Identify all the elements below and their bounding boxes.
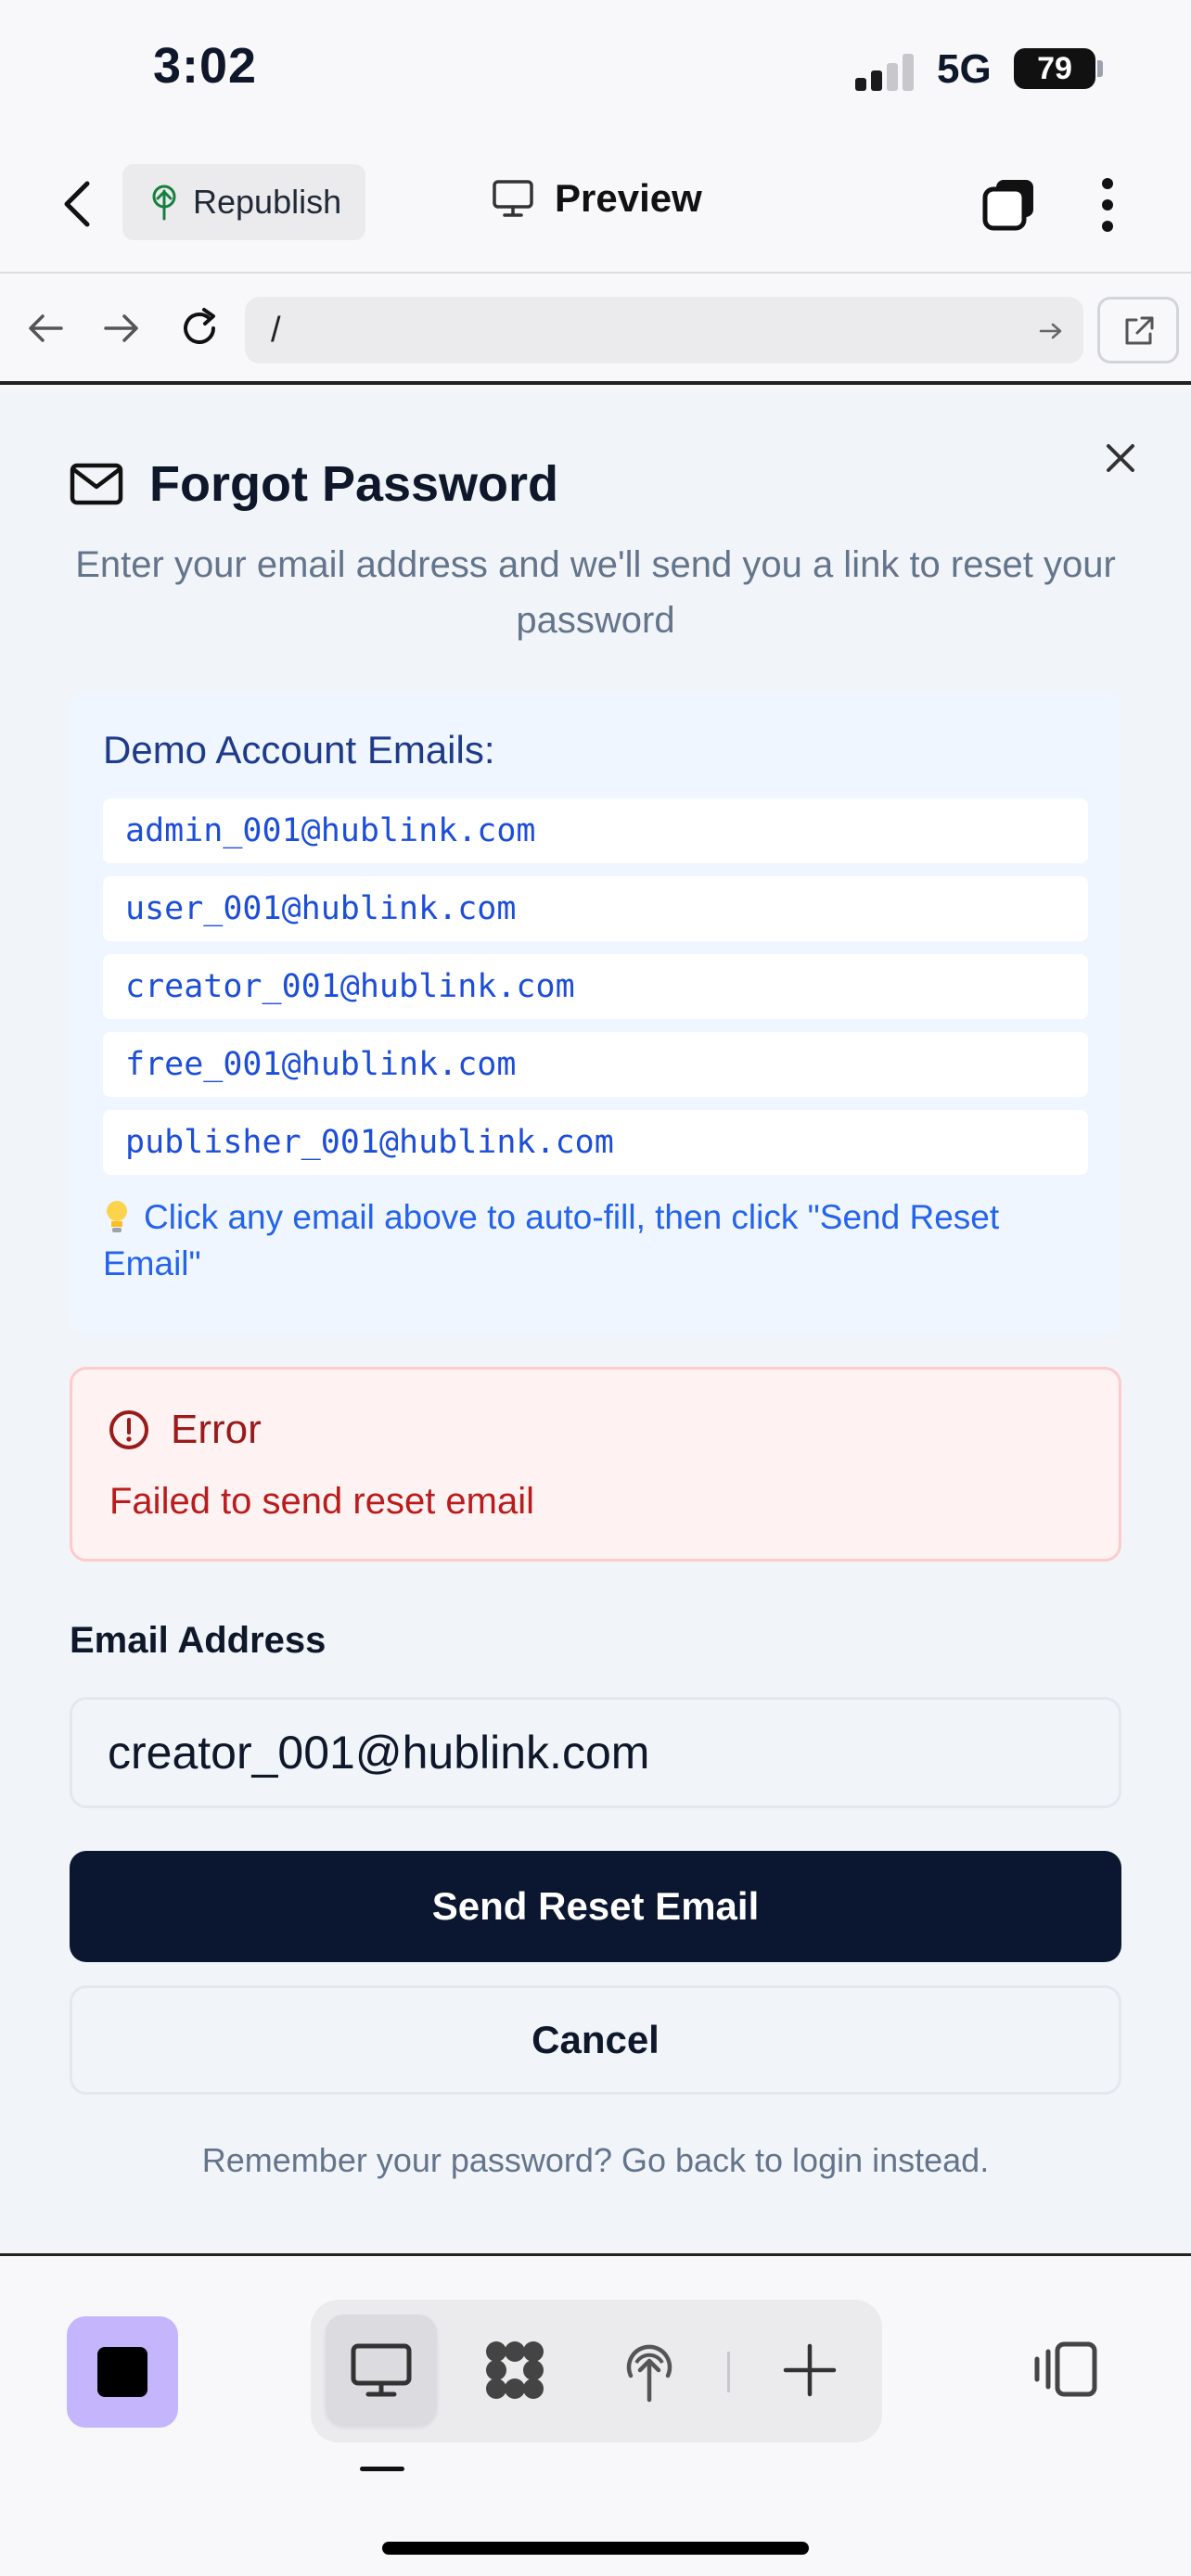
- tool-group: [311, 2300, 882, 2442]
- monitor-icon: [351, 2343, 412, 2397]
- stop-icon: [97, 2347, 147, 2397]
- dialog-title: Forgot Password: [70, 455, 558, 513]
- lightbulb-icon: [107, 1201, 127, 1232]
- demo-email-item[interactable]: publisher_001@hublink.com: [103, 1110, 1088, 1175]
- url-field[interactable]: /: [245, 297, 1083, 363]
- demo-hint-text: Click any email above to auto-fill, then…: [103, 1198, 1000, 1282]
- plus-icon: [783, 2343, 837, 2397]
- error-message: Failed to send reset email: [109, 1481, 535, 1522]
- error-alert: Error Failed to send reset email: [70, 1367, 1121, 1562]
- battery-cap: [1097, 60, 1103, 77]
- demo-email-item[interactable]: user_001@hublink.com: [103, 876, 1088, 941]
- preview-tool-button[interactable]: [326, 2315, 437, 2426]
- error-title-text: Error: [171, 1407, 262, 1452]
- publish-tool-button[interactable]: [594, 2315, 705, 2426]
- error-title: Error: [108, 1407, 262, 1453]
- demo-email-item[interactable]: creator_001@hublink.com: [103, 954, 1088, 1019]
- open-external-button[interactable]: [1097, 297, 1179, 363]
- alert-circle-icon: [109, 1410, 148, 1449]
- workspace-tool-button[interactable]: [459, 2315, 570, 2426]
- demo-email-item[interactable]: admin_001@hublink.com: [103, 798, 1088, 863]
- stop-button[interactable]: [67, 2316, 178, 2428]
- browser-bar: /: [0, 274, 1191, 385]
- bottom-toolbar: [0, 2259, 1191, 2576]
- grid-blob-icon: [486, 2341, 544, 2399]
- back-to-login-text: Remember your password? Go back to login…: [201, 2141, 990, 2179]
- republish-label: Republish: [193, 183, 342, 221]
- email-field[interactable]: creator_001@hublink.com: [70, 1697, 1121, 1808]
- app-header: Republish Preview: [0, 139, 1191, 274]
- status-bar: 3:02 5G 79: [0, 0, 1191, 139]
- forgot-password-dialog: Forgot Password Enter your email address…: [0, 389, 1191, 2256]
- cancel-button[interactable]: Cancel: [70, 1985, 1121, 2095]
- browser-back-icon[interactable]: [22, 305, 69, 351]
- dialog-title-text: Forgot Password: [149, 456, 559, 512]
- external-link-icon: [1125, 316, 1154, 345]
- active-tab-indicator: [360, 2467, 404, 2471]
- demo-accounts-panel: Demo Account Emails: admin_001@hublink.c…: [70, 691, 1121, 1334]
- demo-hint: Click any email above to auto-fill, then…: [103, 1193, 1088, 1287]
- battery-icon: 79: [1014, 48, 1095, 89]
- tool-divider: [727, 2352, 730, 2392]
- go-arrow-icon[interactable]: [1037, 317, 1065, 345]
- monitor-icon: [493, 180, 533, 217]
- browser-forward-icon[interactable]: [98, 305, 145, 351]
- tabs-icon[interactable]: [981, 176, 1037, 232]
- url-text: /: [271, 311, 281, 350]
- publish-tree-icon: [626, 2344, 672, 2403]
- signal-icon: [855, 54, 920, 91]
- reload-icon[interactable]: [176, 305, 223, 351]
- more-vertical-icon[interactable]: [1091, 174, 1124, 236]
- preview-label: Preview: [555, 176, 702, 220]
- preview-title: Preview: [492, 176, 702, 221]
- split-view-icon[interactable]: [1031, 2339, 1100, 2400]
- close-icon[interactable]: [1099, 437, 1142, 479]
- back-chevron-icon[interactable]: [56, 178, 102, 230]
- add-tool-button[interactable]: [754, 2315, 865, 2426]
- dialog-description: Enter your email address and we'll send …: [75, 544, 1116, 641]
- send-reset-email-button[interactable]: Send Reset Email: [70, 1851, 1121, 1962]
- network-type: 5G: [937, 46, 992, 92]
- demo-email-item[interactable]: free_001@hublink.com: [103, 1032, 1088, 1097]
- publish-tree-icon: [152, 185, 176, 221]
- status-time: 3:02: [153, 38, 258, 94]
- mail-icon: [70, 463, 123, 505]
- republish-button[interactable]: Republish: [122, 164, 365, 240]
- demo-accounts-title: Demo Account Emails:: [103, 728, 495, 772]
- home-indicator: [382, 2542, 809, 2555]
- email-field-label: Email Address: [70, 1620, 327, 1661]
